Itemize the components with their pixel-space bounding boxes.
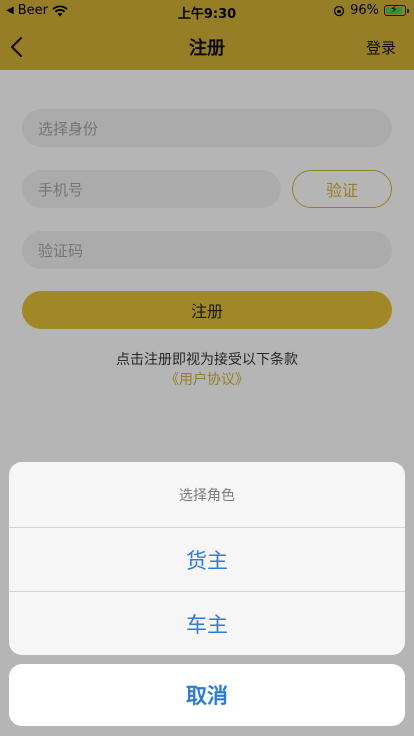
role-action-sheet: 选择角色 货主 车主 <box>9 462 405 655</box>
action-sheet-title: 选择角色 <box>179 487 235 504</box>
option-cargo-owner[interactable]: 货主 <box>9 527 405 591</box>
register-screen: ◀ Beer 上午9:30 96% ⚡ 注册 登录 选择身份 手机号 验证 验证… <box>0 0 414 736</box>
cancel-button[interactable]: 取消 <box>9 664 405 726</box>
option-vehicle-owner[interactable]: 车主 <box>9 591 405 655</box>
